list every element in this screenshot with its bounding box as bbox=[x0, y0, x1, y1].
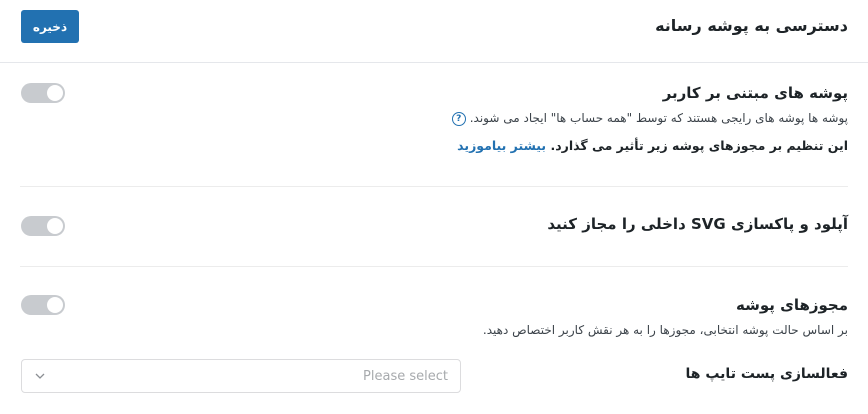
user-based-folders-note: این تنظیم بر مجوزهای پوشه زیر تأثیر می گ… bbox=[457, 138, 848, 153]
post-types-select[interactable]: Please select bbox=[21, 359, 461, 393]
folder-permissions-toggle[interactable] bbox=[21, 295, 65, 315]
svg-upload-title: آپلود و پاکسازی SVG داخلی را مجاز کنید bbox=[547, 215, 848, 233]
save-button[interactable]: ذخیره bbox=[21, 10, 79, 43]
svg-upload-toggle[interactable] bbox=[21, 216, 65, 236]
folder-permissions-title: مجوزهای پوشه bbox=[735, 296, 848, 314]
user-based-folders-description-text: پوشه ها پوشه های رایجی هستند که توسط "هم… bbox=[469, 111, 848, 125]
chevron-down-icon bbox=[35, 373, 45, 379]
question-circle-icon[interactable]: ? bbox=[451, 111, 466, 126]
folder-permissions-description: بر اساس حالت پوشه انتخابی، مجوزها را به … bbox=[482, 323, 848, 337]
settings-page: دسترسی به پوشه رسانه ذخیره پوشه های مبتن… bbox=[0, 0, 868, 414]
section-divider bbox=[20, 186, 848, 187]
toggle-knob bbox=[47, 297, 63, 313]
post-types-placeholder: Please select bbox=[363, 369, 448, 384]
toggle-knob bbox=[47, 85, 63, 101]
page-title: دسترسی به پوشه رسانه bbox=[655, 16, 848, 35]
page-header: دسترسی به پوشه رسانه ذخیره bbox=[0, 0, 868, 63]
toggle-knob bbox=[47, 218, 63, 234]
user-based-folders-note-text: این تنظیم بر مجوزهای پوشه زیر تأثیر می گ… bbox=[550, 138, 848, 153]
learn-more-link[interactable]: بیشتر بیاموزید bbox=[457, 138, 546, 153]
post-types-label: فعالسازی پست تایپ ها bbox=[685, 366, 848, 382]
user-based-folders-title: پوشه های مبتنی بر کاربر bbox=[662, 84, 848, 102]
user-based-folders-description: پوشه ها پوشه های رایجی هستند که توسط "هم… bbox=[451, 111, 848, 126]
section-divider bbox=[20, 266, 848, 267]
user-based-folders-toggle[interactable] bbox=[21, 83, 65, 103]
